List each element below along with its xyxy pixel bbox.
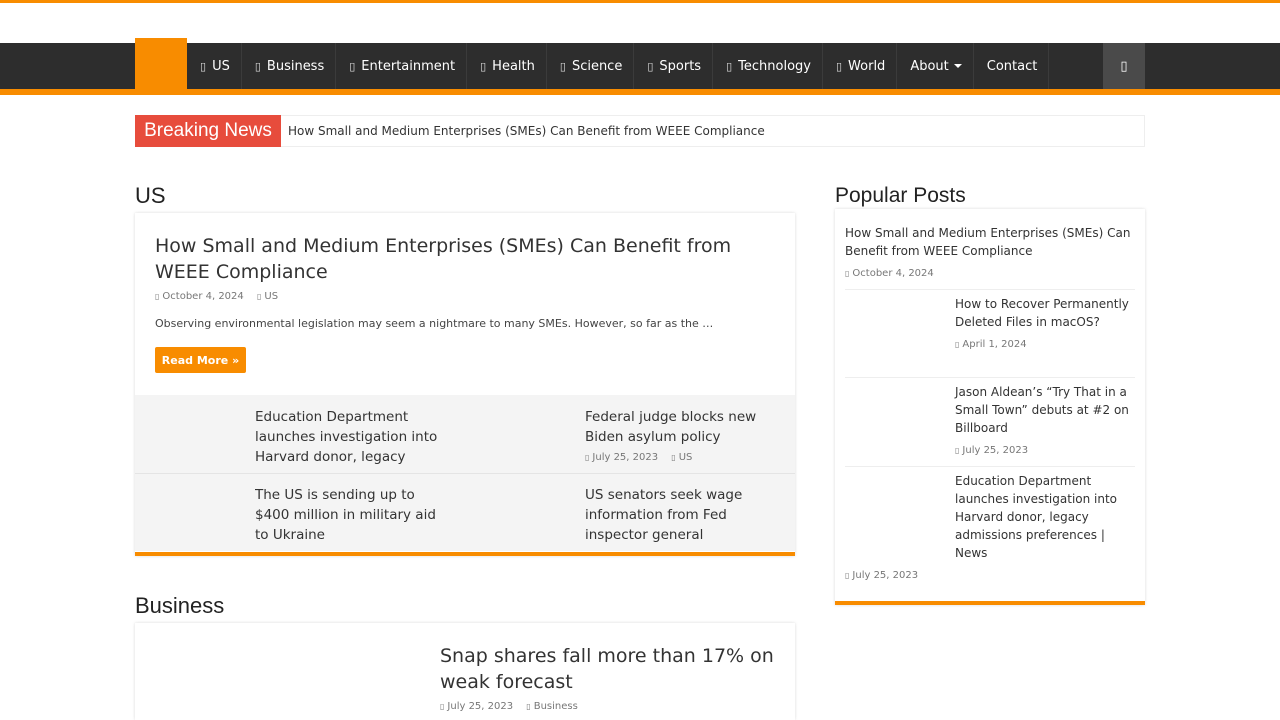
clock-icon: ▯ xyxy=(845,269,850,278)
popular-posts-title: Popular Posts xyxy=(835,184,966,207)
nav-item-about[interactable]: About xyxy=(897,43,974,89)
document-icon: ▯ xyxy=(559,59,566,73)
document-icon: ▯ xyxy=(349,59,356,73)
nav-item-business[interactable]: ▯ Business xyxy=(242,43,337,89)
featured-article-excerpt: Observing environmental legislation may … xyxy=(155,317,714,330)
nav-label: Contact xyxy=(986,58,1038,74)
popular-post-meta: ▯ October 4, 2024 xyxy=(845,268,934,279)
clock-icon: ▯ xyxy=(155,292,160,301)
post-date: July 25, 2023 xyxy=(962,445,1029,456)
top-accent-line xyxy=(0,0,1280,3)
nav-item-entertainment[interactable]: ▯ Entertainment xyxy=(336,43,468,89)
article-category[interactable]: US xyxy=(679,452,693,463)
grid-article-title[interactable]: Federal judge blocks new Biden asylum po… xyxy=(585,407,780,447)
search-button[interactable]: ▯ xyxy=(1103,43,1145,89)
nav-item-us[interactable]: ▯ US xyxy=(187,43,242,89)
document-icon: ▯ xyxy=(200,59,207,73)
breaking-news-bar: Breaking News How Small and Medium Enter… xyxy=(135,115,1145,147)
popular-post-title[interactable]: Education Department launches investigat… xyxy=(955,472,1135,562)
breaking-news-headline[interactable]: How Small and Medium Enterprises (SMEs) … xyxy=(288,124,765,138)
article-date: July 25, 2023 xyxy=(592,452,659,463)
popular-post-title[interactable]: How Small and Medium Enterprises (SMEs) … xyxy=(845,224,1135,260)
popular-posts-box: How Small and Medium Enterprises (SMEs) … xyxy=(835,209,1145,605)
nav-menu: ▯ US ▯ Business ▯ Entertainment ▯ Health ▯ Sc… xyxy=(187,43,1050,89)
document-icon: ▯ xyxy=(647,59,654,73)
post-date: April 1, 2024 xyxy=(962,339,1027,350)
search-icon: ▯ xyxy=(1120,58,1128,74)
grid-article-title[interactable]: Education Department launches investigat… xyxy=(255,407,450,467)
business-article-meta: ▯ July 25, 2023 ▯ Business xyxy=(440,701,578,712)
popular-post-meta: ▯ July 25, 2023 xyxy=(845,570,918,581)
home-logo-block[interactable] xyxy=(135,38,187,89)
grid-article-title[interactable]: The US is sending up to $400 million in … xyxy=(255,485,450,545)
clock-icon: ▯ xyxy=(585,453,590,462)
grid-divider xyxy=(135,473,795,474)
grid-article-meta: ▯ July 25, 2023 ▯ US xyxy=(585,452,692,463)
nav-item-world[interactable]: ▯ World xyxy=(823,43,898,89)
nav-label: About xyxy=(910,58,949,74)
featured-article-meta: ▯ October 4, 2024 ▯ US xyxy=(155,291,278,302)
document-icon: ▯ xyxy=(254,59,261,73)
clock-icon: ▯ xyxy=(955,340,960,349)
clock-icon: ▯ xyxy=(845,571,850,580)
document-icon: ▯ xyxy=(726,59,733,73)
nav-accent-line xyxy=(0,89,1280,95)
nav-label: US xyxy=(212,58,230,74)
clock-icon: ▯ xyxy=(440,702,445,711)
nav-label: Health xyxy=(492,58,535,74)
article-date: July 25, 2023 xyxy=(447,701,514,712)
document-icon: ▯ xyxy=(835,59,843,73)
grid-article-title[interactable]: US senators seek wage information from F… xyxy=(585,485,780,545)
breaking-news-label: Breaking News xyxy=(135,115,281,147)
nav-item-sports[interactable]: ▯ Sports xyxy=(634,43,714,89)
post-divider xyxy=(845,289,1135,290)
business-section-box: Snap shares fall more than 17% on weak f… xyxy=(135,623,795,720)
folder-icon: ▯ xyxy=(256,292,262,301)
article-date: October 4, 2024 xyxy=(162,291,244,302)
post-date: July 25, 2023 xyxy=(852,570,919,581)
folder-icon: ▯ xyxy=(671,453,676,462)
nav-item-contact[interactable]: Contact xyxy=(974,43,1050,89)
nav-label: Technology xyxy=(738,58,811,74)
post-divider xyxy=(845,377,1135,378)
post-divider xyxy=(845,466,1135,467)
featured-article-title[interactable]: How Small and Medium Enterprises (SMEs) … xyxy=(155,233,775,285)
nav-label: World xyxy=(848,58,886,74)
folder-icon: ▯ xyxy=(526,702,531,711)
nav-label: Business xyxy=(266,58,325,74)
post-date: October 4, 2024 xyxy=(852,268,934,279)
read-more-button[interactable]: Read More » xyxy=(155,347,246,373)
section-title-us[interactable]: US xyxy=(135,183,166,209)
document-icon: ▯ xyxy=(480,59,487,73)
popular-post-title[interactable]: Jason Aldean’s “Try That in a Small Town… xyxy=(955,383,1135,437)
us-section-box: How Small and Medium Enterprises (SMEs) … xyxy=(135,213,795,556)
nav-label: Science xyxy=(571,58,623,74)
nav-label: Entertainment xyxy=(361,58,456,74)
article-category[interactable]: US xyxy=(264,291,278,302)
popular-post-title[interactable]: How to Recover Permanently Deleted Files… xyxy=(955,295,1135,331)
business-article-title[interactable]: Snap shares fall more than 17% on weak f… xyxy=(440,643,775,695)
nav-item-health[interactable]: ▯ Health xyxy=(467,43,547,89)
us-article-grid: Education Department launches investigat… xyxy=(135,395,795,551)
section-title-business[interactable]: Business xyxy=(135,593,224,619)
popular-post-meta: ▯ July 25, 2023 xyxy=(955,445,1028,456)
chevron-down-icon xyxy=(953,64,962,68)
article-category[interactable]: Business xyxy=(534,701,578,712)
popular-post-meta: ▯ April 1, 2024 xyxy=(955,339,1027,350)
nav-item-science[interactable]: ▯ Science xyxy=(547,43,635,89)
clock-icon: ▯ xyxy=(955,446,960,455)
nav-label: Sports xyxy=(659,58,702,74)
nav-item-technology[interactable]: ▯ Technology xyxy=(713,43,823,89)
